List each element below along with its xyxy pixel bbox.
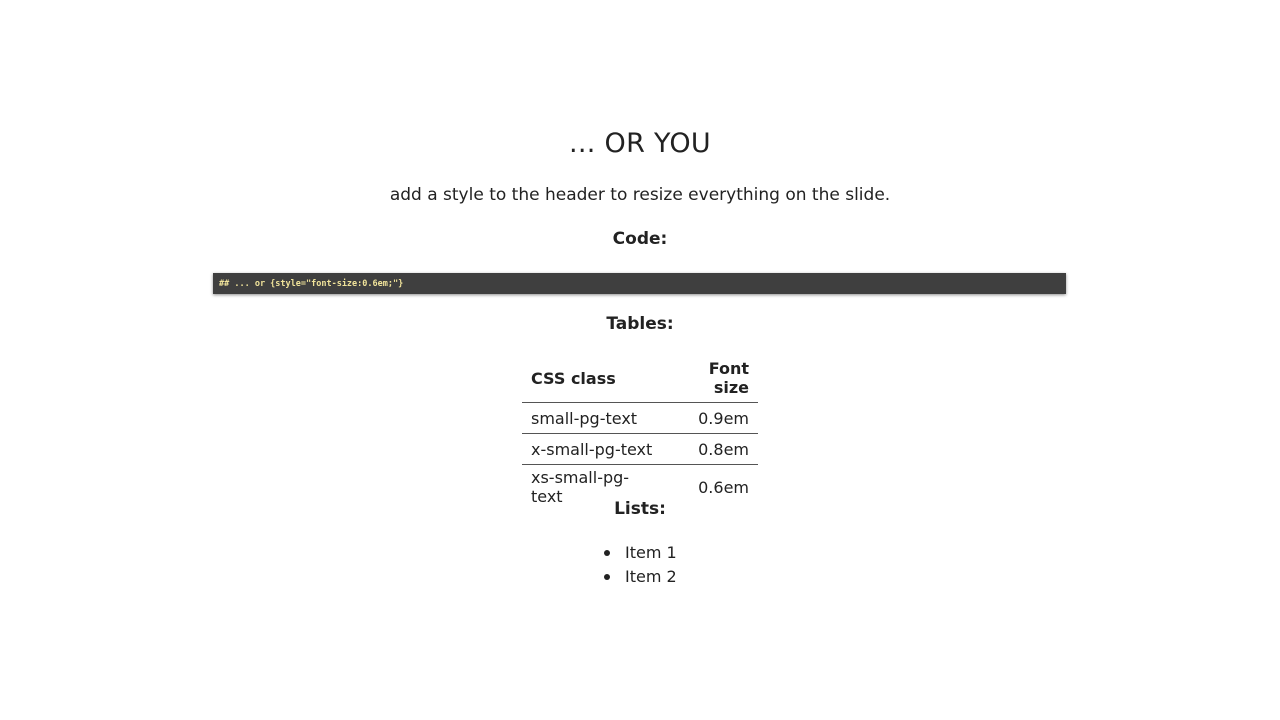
list-item: Item 1 [604, 541, 677, 565]
table-cell-css-class: small-pg-text [522, 402, 662, 434]
table-cell-font-size: 0.9em [661, 402, 758, 434]
lists-section-label: Lists: [614, 499, 666, 519]
code-line[interactable]: ## ... or {style="font-size:0.6em;"} [219, 279, 403, 289]
bullet-icon [604, 574, 610, 580]
code-block[interactable]: ## ... or {style="font-size:0.6em;"} [213, 273, 1066, 294]
table-header-css-class: CSS class [522, 357, 662, 403]
table-header-font-size: Font size [661, 357, 758, 403]
list-item: Item 2 [604, 565, 677, 589]
table-header-row: CSS class Font size [522, 357, 758, 403]
table-row: small-pg-text 0.9em [522, 402, 758, 434]
table-cell-font-size: 0.8em [661, 433, 758, 465]
table-row: x-small-pg-text 0.8em [522, 433, 758, 465]
slide-subtitle: add a style to the header to resize ever… [389, 185, 891, 205]
slide-title: ... OR YOU [569, 128, 711, 159]
bullet-icon [604, 550, 610, 556]
tables-section-label: Tables: [606, 314, 674, 334]
font-size-table: CSS class Font size small-pg-text 0.9em … [522, 357, 758, 509]
list-item-label: Item 2 [625, 567, 677, 586]
table-cell-css-class: x-small-pg-text [522, 433, 662, 465]
code-section-label: Code: [612, 229, 668, 249]
slide: ... OR YOU add a style to the header to … [0, 0, 1280, 720]
list-item-label: Item 1 [625, 543, 677, 562]
bullet-list: Item 1 Item 2 [604, 541, 677, 589]
